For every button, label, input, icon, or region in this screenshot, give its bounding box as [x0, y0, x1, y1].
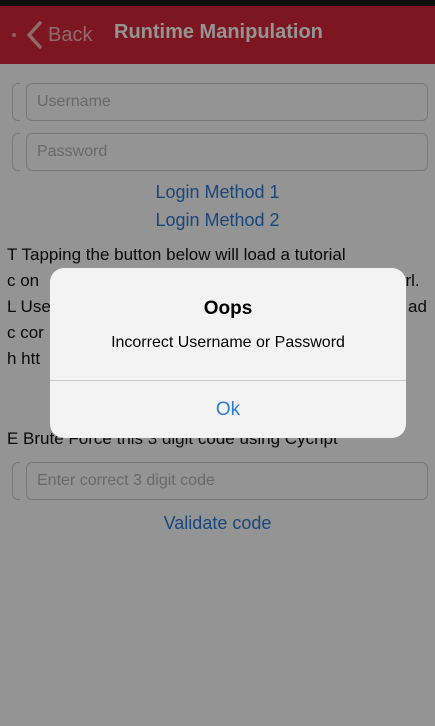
alert-message: Incorrect Username or Password: [111, 334, 345, 351]
alert-title: Oops: [203, 298, 253, 319]
ok-button[interactable]: Ok: [50, 381, 406, 438]
alert-dialog: Oops Incorrect Username or Password Ok: [50, 268, 406, 438]
